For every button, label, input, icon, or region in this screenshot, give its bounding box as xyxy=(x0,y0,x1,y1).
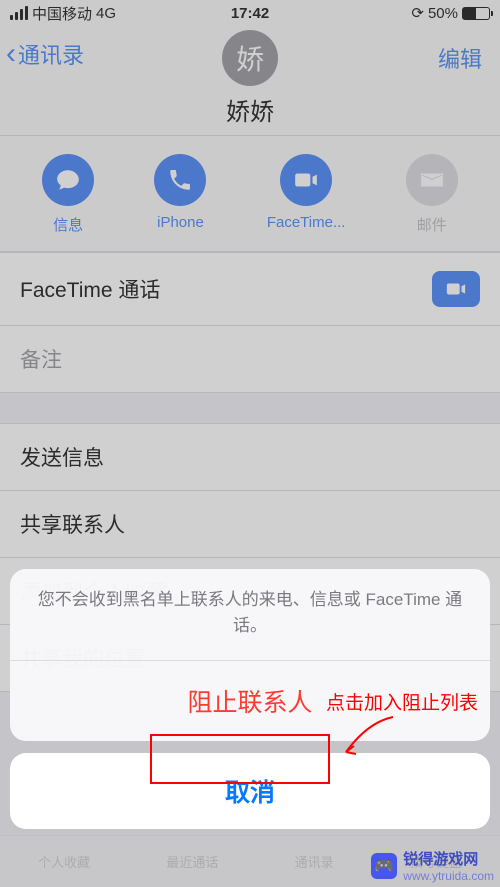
battery-pct: 50% xyxy=(428,5,458,22)
row-facetime-call[interactable]: FaceTime 通话 xyxy=(0,252,500,326)
action-message[interactable]: 信息 xyxy=(42,154,94,235)
mail-icon xyxy=(406,154,458,206)
back-button[interactable]: ‹ 通讯录 xyxy=(6,38,84,70)
contact-name: 娇娇 xyxy=(226,92,274,127)
status-right: ⟳ 50% xyxy=(411,4,490,22)
action-call-label: iPhone xyxy=(157,214,204,231)
carrier-label: 中国移动 xyxy=(32,3,92,24)
status-time: 17:42 xyxy=(231,5,269,22)
row-share-contact[interactable]: 共享联系人 xyxy=(0,491,500,558)
edit-button[interactable]: 编辑 xyxy=(438,42,482,74)
action-mail-label: 邮件 xyxy=(417,214,447,235)
tab-contacts[interactable]: 通讯录 xyxy=(295,852,334,871)
tab-recents[interactable]: 最近通话 xyxy=(166,852,218,871)
row-send-message-label: 发送信息 xyxy=(20,442,104,472)
facetime-video-icon[interactable] xyxy=(432,271,480,307)
row-notes-label: 备注 xyxy=(20,344,62,374)
action-facetime[interactable]: FaceTime... xyxy=(267,154,346,235)
action-sheet-card: 您不会收到黑名单上联系人的来电、信息或 FaceTime 通话。 阻止联系人 xyxy=(10,569,490,741)
watermark-brand: 锐得游戏网 xyxy=(403,848,494,869)
action-message-label: 信息 xyxy=(53,214,83,235)
video-icon xyxy=(280,154,332,206)
phone-icon xyxy=(154,154,206,206)
back-label: 通讯录 xyxy=(18,38,84,70)
watermark-logo-icon: 🎮 xyxy=(371,853,397,879)
quick-actions: 信息 iPhone FaceTime... 邮件 xyxy=(0,136,500,252)
action-mail: 邮件 xyxy=(406,154,458,235)
watermark: 🎮 锐得游戏网 www.ytruida.com xyxy=(371,848,494,883)
chevron-left-icon: ‹ xyxy=(6,39,16,69)
status-left: 中国移动 4G xyxy=(10,3,116,24)
message-icon xyxy=(42,154,94,206)
avatar: 娇 xyxy=(222,30,278,86)
signal-bars-icon xyxy=(10,6,28,20)
contact-header: ‹ 通讯录 编辑 娇 娇娇 xyxy=(0,26,500,136)
avatar-initial: 娇 xyxy=(236,38,264,78)
annotation-text: 点击加入阻止列表 xyxy=(326,688,478,715)
status-bar: 中国移动 4G 17:42 ⟳ 50% xyxy=(0,0,500,26)
battery-icon xyxy=(462,7,490,20)
row-facetime-label: FaceTime 通话 xyxy=(20,274,160,304)
action-call[interactable]: iPhone xyxy=(154,154,206,235)
action-facetime-label: FaceTime... xyxy=(267,214,346,231)
tab-favorites[interactable]: 个人收藏 xyxy=(38,852,90,871)
row-notes[interactable]: 备注 xyxy=(0,326,500,393)
network-label: 4G xyxy=(96,5,116,22)
action-sheet-message: 您不会收到黑名单上联系人的来电、信息或 FaceTime 通话。 xyxy=(10,569,490,661)
watermark-url: www.ytruida.com xyxy=(403,869,494,883)
row-send-message[interactable]: 发送信息 xyxy=(0,423,500,491)
rotation-lock-icon: ⟳ xyxy=(411,4,424,22)
row-share-contact-label: 共享联系人 xyxy=(20,509,125,539)
annotation-arrow-icon xyxy=(338,712,398,762)
annotation-box xyxy=(150,734,330,784)
